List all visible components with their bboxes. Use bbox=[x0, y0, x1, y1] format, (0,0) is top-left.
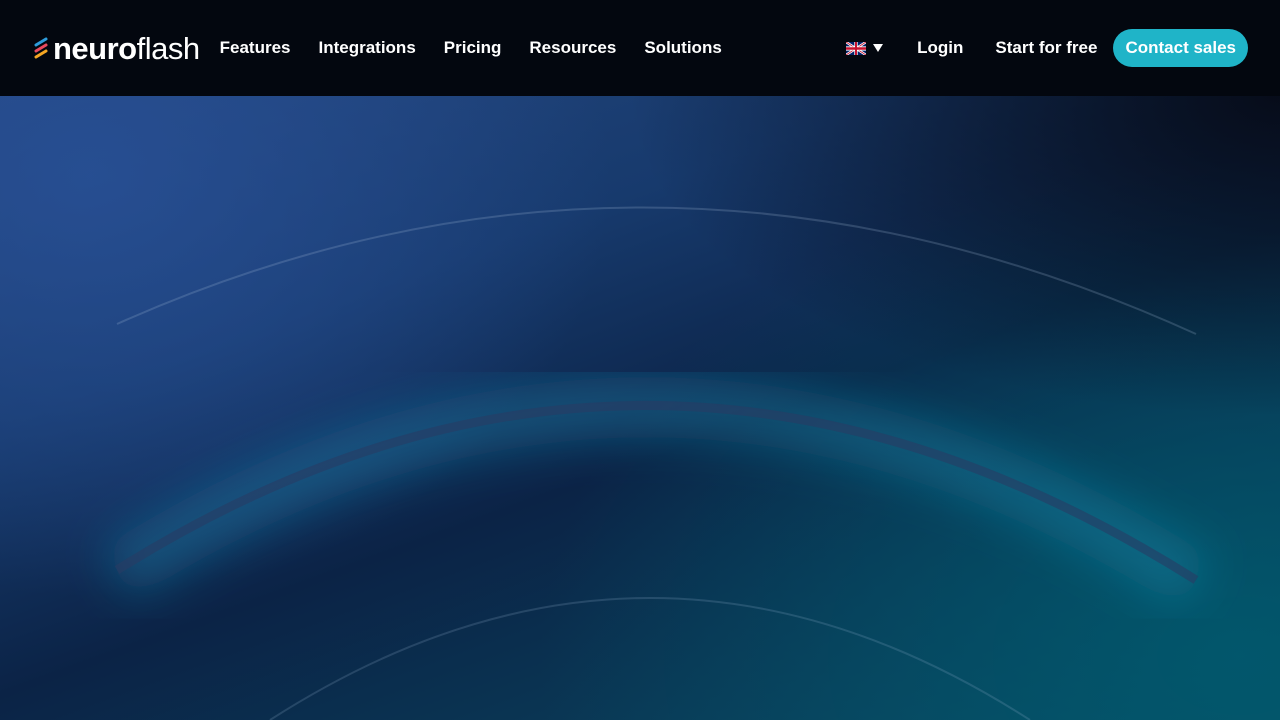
arc-bottom bbox=[269, 597, 1031, 720]
logo-wordmark: neuroflash bbox=[53, 33, 200, 64]
nav-item-pricing[interactable]: Pricing bbox=[444, 38, 502, 58]
nav-item-features[interactable]: Features bbox=[220, 38, 291, 58]
site-header: neuroflash Features Integrations Pricing… bbox=[0, 0, 1280, 96]
language-selector[interactable] bbox=[846, 41, 884, 55]
nav-item-integrations[interactable]: Integrations bbox=[318, 38, 415, 58]
nav-item-resources[interactable]: Resources bbox=[529, 38, 616, 58]
nav-item-solutions[interactable]: Solutions bbox=[644, 38, 721, 58]
caret-down-icon bbox=[873, 44, 884, 52]
hero-arcs-decoration bbox=[100, 206, 1213, 720]
contact-sales-button[interactable]: Contact sales bbox=[1113, 29, 1248, 67]
logo-bold-text: neuro bbox=[53, 30, 137, 66]
logo-light-text: flash bbox=[136, 30, 200, 66]
login-link[interactable]: Login bbox=[917, 38, 963, 58]
neuroflash-logo[interactable]: neuroflash bbox=[32, 28, 200, 68]
start-for-free-link[interactable]: Start for free bbox=[995, 38, 1097, 58]
hero-background bbox=[0, 96, 1280, 720]
main-nav: Features Integrations Pricing Resources … bbox=[220, 38, 750, 58]
arc-top bbox=[116, 206, 1197, 335]
logo-mark-icon bbox=[34, 37, 48, 59]
uk-flag-icon bbox=[846, 41, 867, 55]
